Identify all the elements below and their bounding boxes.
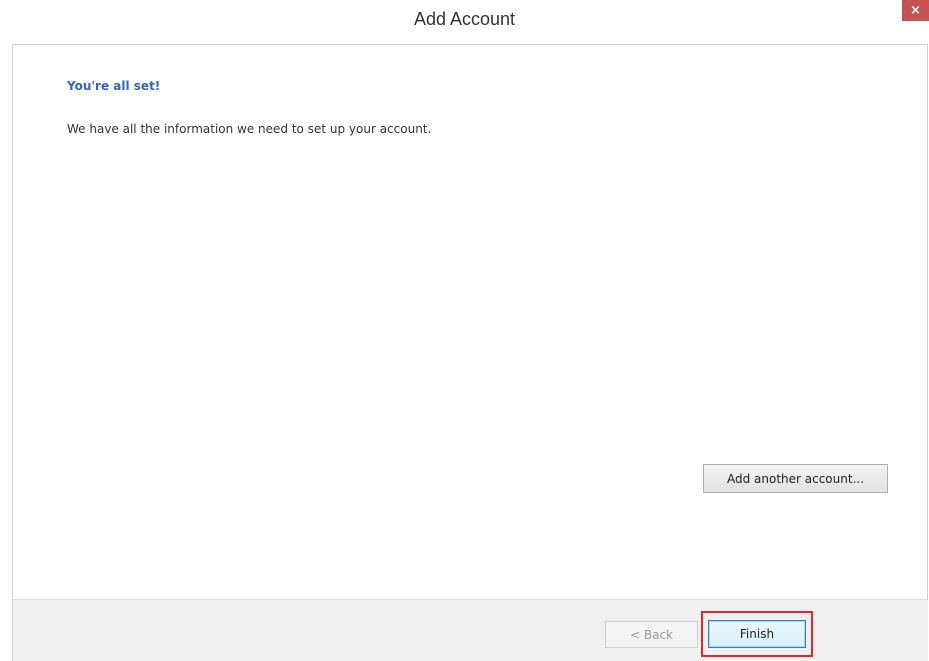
back-button[interactable]: < Back bbox=[605, 621, 698, 648]
finish-button[interactable]: Finish bbox=[708, 620, 806, 648]
close-button[interactable]: × bbox=[902, 0, 929, 21]
close-icon: × bbox=[910, 3, 921, 18]
dialog-title: Add Account bbox=[413, 9, 516, 29]
add-account-dialog: Add Account × You're all set! We have al… bbox=[0, 0, 929, 661]
success-message: We have all the information we need to s… bbox=[67, 122, 432, 136]
add-another-account-button[interactable]: Add another account... bbox=[703, 464, 888, 493]
success-heading: You're all set! bbox=[67, 79, 161, 93]
title-bar: Add Account × bbox=[0, 0, 929, 44]
